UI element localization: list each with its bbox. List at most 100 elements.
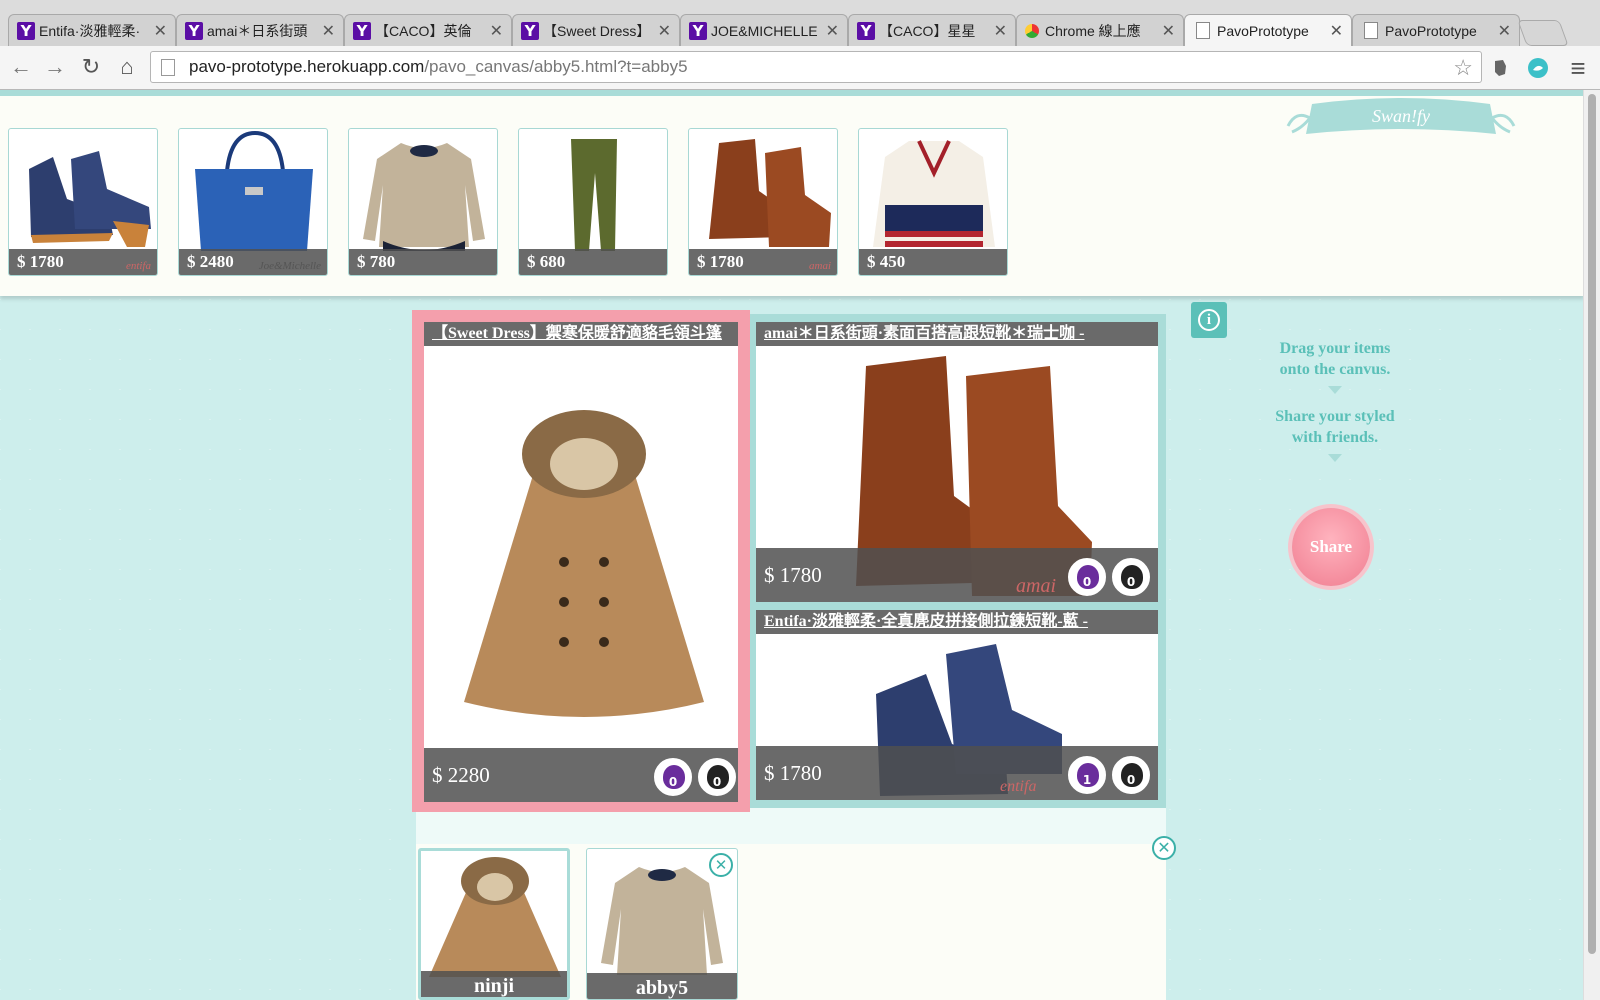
item-brand: amai xyxy=(1016,575,1056,597)
tab-close-icon[interactable]: ✕ xyxy=(1498,21,1511,41)
yahoo-favicon-icon: Y xyxy=(353,21,371,40)
tab-close-icon[interactable]: ✕ xyxy=(154,21,167,41)
page-favicon-icon xyxy=(1364,22,1378,39)
yahoo-favicon-icon: Y xyxy=(521,21,539,40)
address-bar[interactable]: pavo-prototype.herokuapp.com /pavo_canva… xyxy=(150,51,1482,83)
look-ninji[interactable]: ninji xyxy=(418,848,570,1000)
tab-title: 【Sweet Dress】 xyxy=(543,22,651,39)
item-brand: entifa xyxy=(1000,778,1037,795)
item-price-text: $ 2280 xyxy=(432,763,490,787)
item-tray: Swan!fy $ 1780 entifa $ 2480 Joe&Michell… xyxy=(0,90,1584,296)
share-button[interactable]: Share xyxy=(1292,508,1370,586)
menu-icon[interactable]: ≡ xyxy=(1566,53,1590,83)
scrollbar-thumb[interactable] xyxy=(1588,94,1596,954)
tray-price: $ 780 xyxy=(349,249,497,275)
chrome-favicon-icon xyxy=(1025,23,1039,38)
item-title[interactable]: amai＊日系街頭·素面百搭高跟短靴＊瑞士咖 - xyxy=(756,322,1158,346)
forward-icon[interactable]: → xyxy=(42,54,68,80)
page-icon xyxy=(161,58,175,76)
tab-close-icon[interactable]: ✕ xyxy=(658,21,671,41)
down-arrow-icon xyxy=(1328,454,1342,462)
like-count: 1 xyxy=(1082,773,1092,787)
tab-close-icon[interactable]: ✕ xyxy=(490,21,503,41)
beige-top-image xyxy=(363,143,485,251)
tab-title: 【CACO】星星 xyxy=(879,22,976,39)
new-tab-button[interactable] xyxy=(1517,20,1569,46)
tab-close-icon[interactable]: ✕ xyxy=(994,21,1007,41)
tab-title: amai＊日系街頭 xyxy=(207,22,308,39)
tab-amai[interactable]: Y amai＊日系街頭 ✕ xyxy=(176,14,344,46)
styling-canvas[interactable]: 【Sweet Dress】禦寒保暖舒適貉毛領斗篷 $ 2280 0 0 amai… xyxy=(412,310,1166,812)
tab-close-icon[interactable]: ✕ xyxy=(826,21,839,41)
tab-pavo-active[interactable]: PavoPrototype ✕ xyxy=(1184,14,1352,46)
tray-item-green-pants[interactable]: $ 680 xyxy=(518,128,668,276)
svg-text:Swan!fy: Swan!fy xyxy=(1372,106,1430,126)
tab-chrome-store[interactable]: Chrome 線上應 ✕ xyxy=(1016,14,1184,46)
canvas-item-brown-boots[interactable]: amai＊日系街頭·素面百搭高跟短靴＊瑞士咖 - $ 1780 amai 0 0 xyxy=(756,322,1158,602)
dislike-count: 0 xyxy=(1126,575,1136,589)
tab-title: Entifa·淡雅輕柔· xyxy=(39,22,141,39)
like-vote-button[interactable]: 1 xyxy=(1068,756,1106,794)
tab-title: Chrome 線上應 xyxy=(1045,22,1141,39)
dislike-vote-button[interactable]: 0 xyxy=(1112,756,1150,794)
tray-brand: entifa xyxy=(125,260,151,272)
dislike-vote-button[interactable]: 0 xyxy=(1112,558,1150,596)
look-name: ninji xyxy=(421,971,567,997)
look-abby5[interactable]: abby5 ✕ xyxy=(586,848,738,1000)
tab-close-icon[interactable]: ✕ xyxy=(1330,21,1343,41)
info-button[interactable]: i xyxy=(1191,302,1227,338)
canvas-item-cape[interactable]: 【Sweet Dress】禦寒保暖舒適貉毛領斗篷 $ 2280 0 0 xyxy=(412,310,750,812)
item-price-text: $ 1780 xyxy=(764,761,822,785)
like-vote-button[interactable]: 0 xyxy=(1068,558,1106,596)
browser-toolbar: ← → ↻ ⌂ pavo-prototype.herokuapp.com /pa… xyxy=(0,46,1600,90)
like-vote-button[interactable]: 0 xyxy=(654,758,692,796)
tab-title: JOE&MICHELLE xyxy=(711,22,818,39)
tab-joe-michelle[interactable]: Y JOE&MICHELLE ✕ xyxy=(680,14,848,46)
tab-caco-1[interactable]: Y 【CACO】英倫 ✕ xyxy=(344,14,512,46)
instructions: Drag your items onto the canvus. Share y… xyxy=(1220,338,1450,474)
url-host: pavo-prototype.herokuapp.com xyxy=(189,57,425,76)
tray-brand: Joe&Michelle xyxy=(258,260,321,272)
delete-look-icon[interactable]: ✕ xyxy=(709,853,733,877)
look-name: abby5 xyxy=(587,973,737,999)
tab-caco-2[interactable]: Y 【CACO】星星 ✕ xyxy=(848,14,1016,46)
tray-price: $ 680 xyxy=(519,249,667,275)
bookmark-star-icon[interactable]: ☆ xyxy=(1453,55,1473,81)
cape-image xyxy=(464,410,704,717)
item-title[interactable]: Entifa·淡雅輕柔·全真麂皮拼接側拉鍊短靴-藍 - xyxy=(756,610,1158,634)
blue-bag-image xyxy=(195,130,313,251)
yahoo-favicon-icon: Y xyxy=(185,21,203,40)
evernote-extension-icon[interactable] xyxy=(1488,56,1512,80)
tab-close-icon[interactable]: ✕ xyxy=(1162,21,1175,41)
look-ninji-image xyxy=(429,857,561,977)
swanify-extension-icon[interactable] xyxy=(1526,56,1550,80)
dislike-vote-button[interactable]: 0 xyxy=(698,758,736,796)
canvas-item-blue-boots[interactable]: Entifa·淡雅輕柔·全真麂皮拼接側拉鍊短靴-藍 - $ 1780 entif… xyxy=(756,610,1158,800)
tab-pavo[interactable]: PavoPrototype ✕ xyxy=(1352,14,1520,46)
info-icon: i xyxy=(1198,309,1220,331)
tab-sweet-dress[interactable]: Y 【Sweet Dress】 ✕ xyxy=(512,14,680,46)
reload-icon[interactable]: ↻ xyxy=(78,54,104,80)
brown-boots-image xyxy=(709,139,831,247)
page-scrollbar[interactable] xyxy=(1583,90,1600,1000)
tab-entifa[interactable]: Y Entifa·淡雅輕柔· ✕ xyxy=(8,14,176,46)
tray-item-brown-boots[interactable]: $ 1780 amai xyxy=(688,128,838,276)
tray-item-beige-top[interactable]: $ 780 xyxy=(348,128,498,276)
like-count: 0 xyxy=(1082,575,1092,589)
tray-item-flag-cardigan[interactable]: $ 450 xyxy=(858,128,1008,276)
flag-cardigan-image xyxy=(873,140,995,247)
tray-item-blue-boots[interactable]: $ 1780 entifa xyxy=(8,128,158,276)
yahoo-favicon-icon: Y xyxy=(17,21,35,40)
instruction-step-2: Share your styled with friends. xyxy=(1275,408,1395,446)
tray-price: $ 450 xyxy=(859,249,1007,275)
back-icon[interactable]: ← xyxy=(8,54,34,80)
close-collection-icon[interactable]: ✕ xyxy=(1152,836,1176,860)
home-icon[interactable]: ⌂ xyxy=(114,54,140,80)
page-favicon-icon xyxy=(1196,22,1210,39)
item-title[interactable]: 【Sweet Dress】禦寒保暖舒適貉毛領斗篷 xyxy=(424,322,738,346)
instruction-step-1: Drag your items onto the canvus. xyxy=(1279,340,1391,378)
item-price-text: $ 1780 xyxy=(764,563,822,587)
tab-close-icon[interactable]: ✕ xyxy=(322,21,335,41)
tab-strip: Y Entifa·淡雅輕柔· ✕ Y amai＊日系街頭 ✕ Y 【CACO】英… xyxy=(0,12,1600,46)
tray-item-blue-bag[interactable]: $ 2480 Joe&Michelle xyxy=(178,128,328,276)
